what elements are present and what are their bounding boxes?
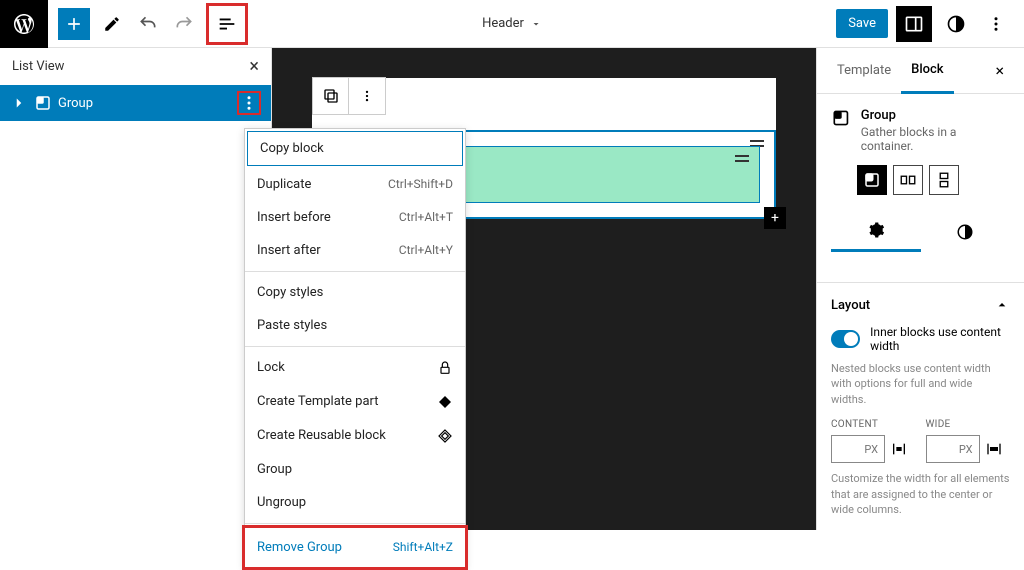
block-type-button[interactable] bbox=[313, 78, 349, 114]
template-part-icon bbox=[437, 394, 453, 410]
add-block-button[interactable] bbox=[58, 8, 90, 40]
block-toolbar bbox=[312, 77, 386, 115]
wide-width-label: WIDE bbox=[926, 419, 1011, 430]
list-view-button[interactable] bbox=[206, 3, 248, 45]
block-context-menu: Copy block Duplicate Ctrl+Shift+D Insert… bbox=[244, 128, 466, 568]
wide-align-button[interactable] bbox=[984, 439, 1004, 459]
variant-row[interactable] bbox=[893, 165, 923, 195]
save-button[interactable]: Save bbox=[836, 9, 888, 38]
menu-ungroup[interactable]: Ungroup bbox=[245, 486, 465, 519]
list-view-panel: List View × Group bbox=[0, 48, 272, 530]
list-item-options-button[interactable] bbox=[237, 91, 261, 115]
reusable-block-icon bbox=[437, 428, 453, 444]
list-view-close-button[interactable]: × bbox=[249, 56, 259, 77]
menu-copy-styles[interactable]: Copy styles bbox=[245, 276, 465, 309]
styles-button[interactable] bbox=[940, 8, 972, 40]
menu-insert-after[interactable]: Insert after Ctrl+Alt+Y bbox=[245, 234, 465, 267]
toggle-label: Inner blocks use content width bbox=[870, 325, 1010, 353]
block-description: Gather blocks in a container. bbox=[861, 125, 1010, 153]
layout-title: Layout bbox=[831, 298, 870, 313]
wide-width-input[interactable] bbox=[926, 435, 980, 463]
drag-handle-icon[interactable] bbox=[735, 155, 749, 162]
tab-block[interactable]: Block bbox=[901, 48, 953, 94]
menu-insert-before[interactable]: Insert before Ctrl+Alt+T bbox=[245, 201, 465, 234]
template-title: Header bbox=[482, 16, 524, 31]
menu-remove-group[interactable]: Remove Group Shift+Alt+Z bbox=[242, 525, 468, 570]
group-block-icon bbox=[831, 108, 851, 128]
menu-group[interactable]: Group bbox=[245, 453, 465, 486]
template-selector[interactable]: Header bbox=[482, 16, 542, 31]
undo-button[interactable] bbox=[132, 8, 164, 40]
redo-button[interactable] bbox=[168, 8, 200, 40]
menu-duplicate[interactable]: Duplicate Ctrl+Shift+D bbox=[245, 168, 465, 201]
list-view-title: List View bbox=[12, 59, 64, 74]
chevron-down-icon bbox=[530, 18, 542, 30]
inspector-close-button[interactable]: × bbox=[985, 51, 1014, 90]
menu-create-reusable-block[interactable]: Create Reusable block bbox=[245, 419, 465, 453]
menu-lock[interactable]: Lock bbox=[245, 351, 465, 385]
list-item-label: Group bbox=[58, 96, 93, 111]
list-item-group[interactable]: Group bbox=[0, 85, 271, 121]
content-width-label: CONTENT bbox=[831, 419, 916, 430]
block-more-button[interactable] bbox=[349, 78, 385, 114]
group-block-icon bbox=[34, 94, 52, 112]
settings-subtab[interactable] bbox=[831, 211, 921, 252]
content-align-button[interactable] bbox=[889, 439, 909, 459]
variant-group[interactable] bbox=[857, 165, 887, 195]
layout-section-toggle[interactable]: Layout bbox=[831, 297, 1010, 313]
more-options-button[interactable] bbox=[980, 8, 1012, 40]
inspector-panel: Template Block × Group Gather blocks in … bbox=[816, 48, 1024, 530]
styles-subtab[interactable] bbox=[921, 211, 1011, 252]
wordpress-logo[interactable] bbox=[0, 0, 48, 48]
content-width-input[interactable] bbox=[831, 435, 885, 463]
chevron-right-icon bbox=[10, 94, 28, 112]
tab-template[interactable]: Template bbox=[827, 49, 901, 92]
settings-panel-button[interactable] bbox=[896, 6, 932, 42]
content-width-toggle[interactable] bbox=[831, 330, 860, 348]
menu-paste-styles[interactable]: Paste styles bbox=[245, 309, 465, 342]
toggle-help-text: Nested blocks use content width with opt… bbox=[831, 361, 1010, 407]
menu-copy-block[interactable]: Copy block bbox=[247, 131, 463, 166]
block-title: Group bbox=[861, 108, 1010, 123]
chevron-up-icon bbox=[994, 297, 1010, 313]
variant-stack[interactable] bbox=[929, 165, 959, 195]
lock-icon bbox=[437, 360, 453, 376]
add-inner-block-button[interactable]: + bbox=[764, 207, 786, 229]
edit-tool-button[interactable] bbox=[96, 8, 128, 40]
menu-create-template-part[interactable]: Create Template part bbox=[245, 385, 465, 419]
width-help-text: Customize the width for all elements tha… bbox=[831, 471, 1010, 517]
